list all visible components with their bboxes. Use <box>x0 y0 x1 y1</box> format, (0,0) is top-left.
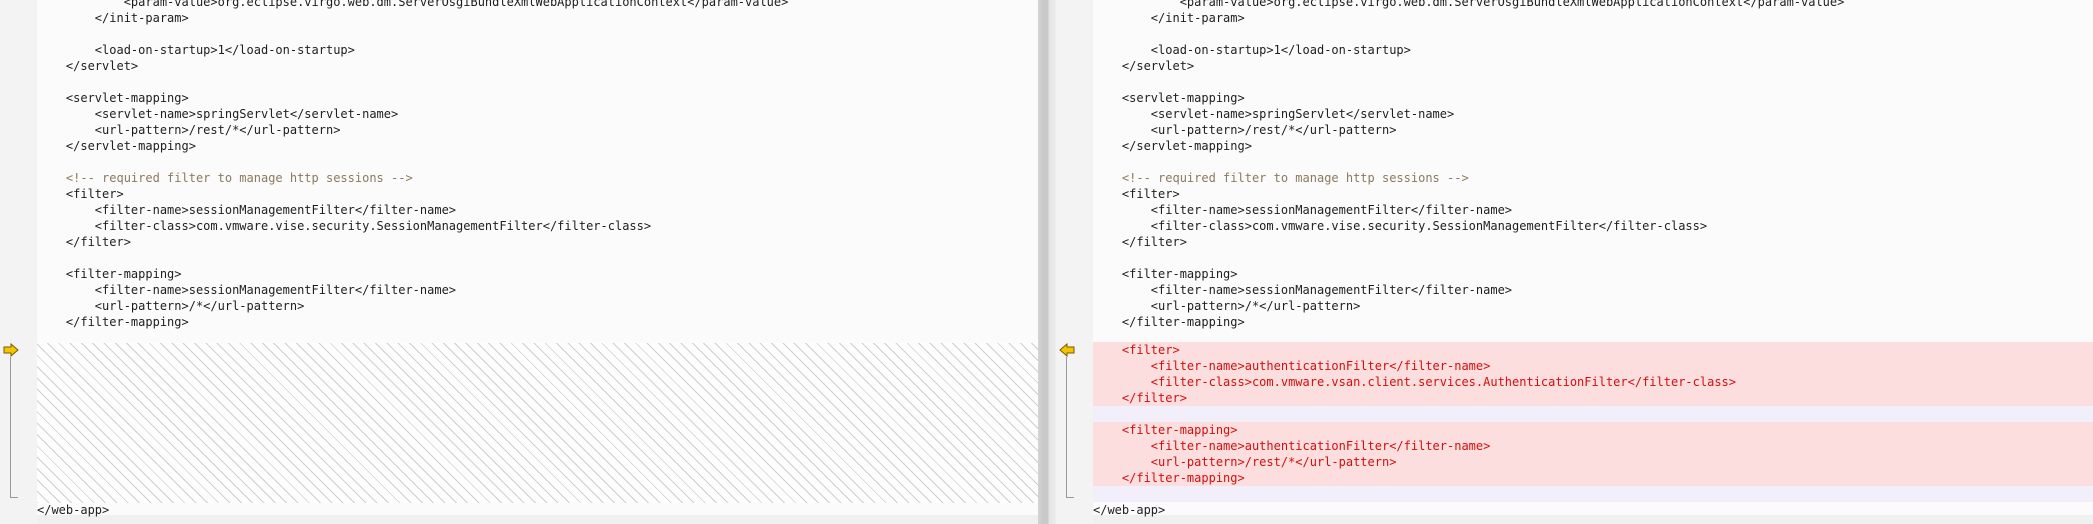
code-line: </servlet> <box>37 59 139 73</box>
code-line: </filter> <box>1093 235 1187 249</box>
change-arrow-icon[interactable] <box>3 343 19 357</box>
left-gutter <box>0 0 37 524</box>
code-line: <filter-name>sessionManagementFilter</fi… <box>37 203 457 217</box>
added-code-line: <filter-name>authenticationFilter</filte… <box>1093 358 2093 374</box>
code-line: </web-app> <box>37 503 110 517</box>
code-line: <servlet-mapping> <box>37 91 189 105</box>
diff-viewer: <param-value>org.eclipse.virgo.web.dm.Se… <box>0 0 2093 524</box>
code-line: <servlet-name>springServlet</servlet-nam… <box>1093 107 1455 121</box>
added-blank-line <box>1093 486 2093 502</box>
added-code-line: <url-pattern>/rest/*</url-pattern> <box>1093 454 2093 470</box>
code-comment-line: <!-- required filter to manage http sess… <box>1093 171 1469 185</box>
code-line: <servlet-mapping> <box>1093 91 1245 105</box>
code-line: <load-on-startup>1</load-on-startup> <box>1093 43 1411 57</box>
code-line: </init-param> <box>1093 11 1245 25</box>
code-line: </filter-mapping> <box>1093 315 1245 329</box>
code-line: <load-on-startup>1</load-on-startup> <box>37 43 355 57</box>
added-code-line: </filter-mapping> <box>1093 470 2093 486</box>
added-code-line: <filter> <box>1093 342 2093 358</box>
code-line: </filter-mapping> <box>37 315 189 329</box>
code-line: </init-param> <box>37 11 189 25</box>
code-line: <filter> <box>1093 187 1180 201</box>
code-line: <param-value>org.eclipse.virgo.web.dm.Se… <box>1093 0 1845 9</box>
code-line: </servlet-mapping> <box>37 139 196 153</box>
code-line: <filter-mapping> <box>1093 267 1238 281</box>
code-line: <filter-name>sessionManagementFilter</fi… <box>37 283 457 297</box>
pane-splitter[interactable] <box>1038 0 1056 524</box>
code-line: <url-pattern>/rest/*</url-pattern> <box>37 123 341 137</box>
code-line: </servlet-mapping> <box>1093 139 1252 153</box>
code-line: <url-pattern>/rest/*</url-pattern> <box>1093 123 1397 137</box>
added-code-line: <filter-name>authenticationFilter</filte… <box>1093 438 2093 454</box>
code-line: <filter> <box>37 187 124 201</box>
added-code-line: <filter-class>com.vmware.vsan.client.ser… <box>1093 374 2093 390</box>
added-code-line: <filter-mapping> <box>1093 422 2093 438</box>
right-gutter <box>1056 0 1093 524</box>
left-pane: <param-value>org.eclipse.virgo.web.dm.Se… <box>0 0 1038 524</box>
right-pane: <param-value>org.eclipse.virgo.web.dm.Se… <box>1056 0 2093 524</box>
code-line: <filter-name>sessionManagementFilter</fi… <box>1093 203 1513 217</box>
code-line: <filter-mapping> <box>37 267 182 281</box>
code-line: </servlet> <box>1093 59 1195 73</box>
code-comment-line: <!-- required filter to manage http sess… <box>37 171 413 185</box>
code-line: <filter-class>com.vmware.vise.security.S… <box>1093 219 1708 233</box>
change-bracket <box>1066 357 1074 498</box>
change-bracket <box>10 357 18 498</box>
code-line: </web-app> <box>1093 503 1166 517</box>
code-line: <url-pattern>/*</url-pattern> <box>1093 299 1361 313</box>
code-line: <param-value>org.eclipse.virgo.web.dm.Se… <box>37 0 789 9</box>
added-code-line: </filter> <box>1093 390 2093 406</box>
right-code-area[interactable]: <param-value>org.eclipse.virgo.web.dm.Se… <box>1093 0 2093 524</box>
code-line: <filter-class>com.vmware.vise.security.S… <box>37 219 652 233</box>
change-arrow-icon[interactable] <box>1059 343 1075 357</box>
code-line: <url-pattern>/*</url-pattern> <box>37 299 305 313</box>
added-blank-line <box>1093 406 2093 422</box>
missing-lines-placeholder <box>37 343 1038 503</box>
code-line: </filter> <box>37 235 131 249</box>
code-line: <servlet-name>springServlet</servlet-nam… <box>37 107 399 121</box>
code-line: <filter-name>sessionManagementFilter</fi… <box>1093 283 1513 297</box>
left-code-area[interactable]: <param-value>org.eclipse.virgo.web.dm.Se… <box>37 0 1038 524</box>
